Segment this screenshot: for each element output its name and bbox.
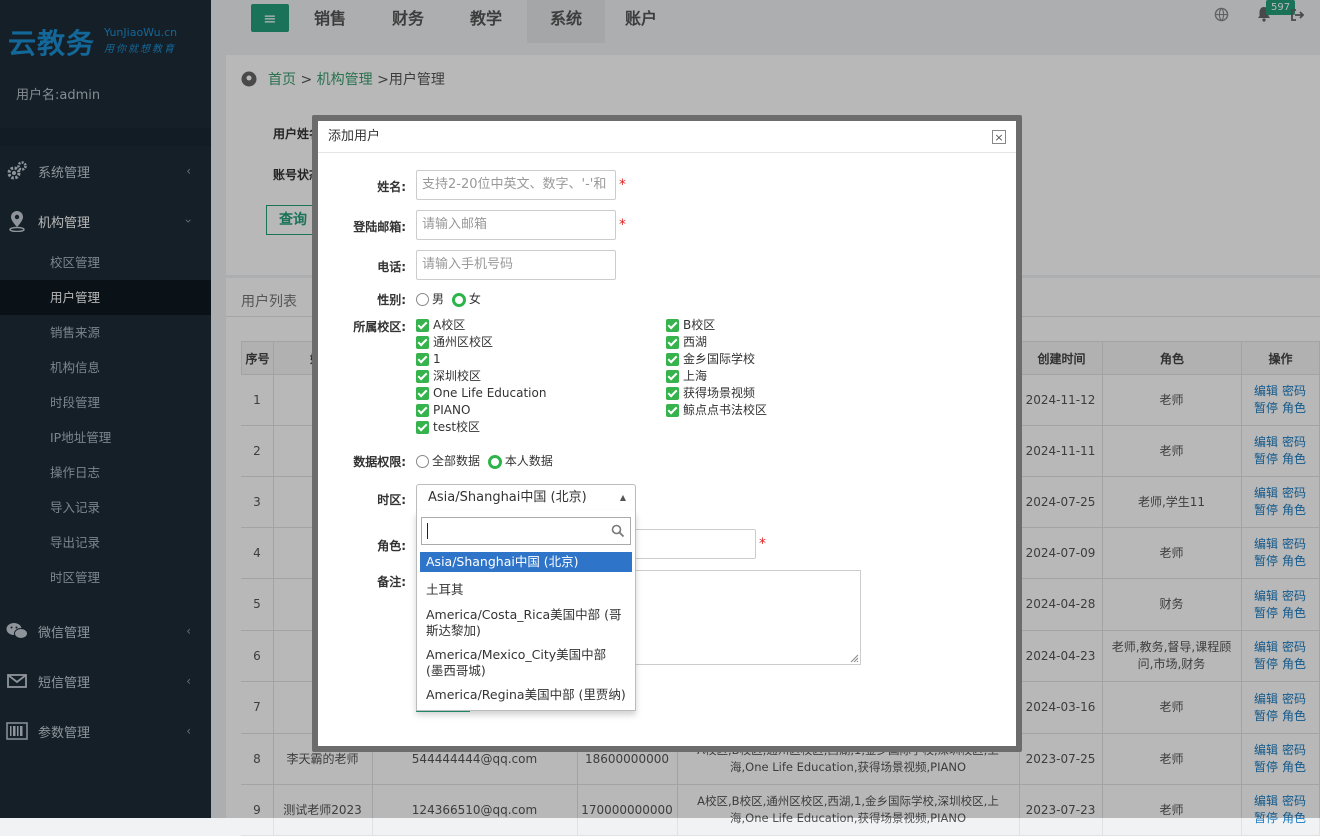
campus-name: 金乡国际学校	[683, 352, 756, 366]
campus-checkbox-item[interactable]: 西湖	[666, 334, 707, 351]
timezone-search-input[interactable]	[421, 517, 631, 545]
campus-name: B校区	[683, 318, 716, 332]
campus-checkbox-item[interactable]: PIANO	[416, 402, 470, 419]
campus-name: 获得场景视频	[683, 386, 756, 400]
checkbox-checked-icon[interactable]	[666, 404, 679, 417]
data-own-label: 本人数据	[504, 454, 553, 468]
close-button[interactable]: ×	[992, 130, 1006, 144]
campus-checkbox-item[interactable]: test校区	[416, 419, 480, 436]
campus-label: 所属校区:	[353, 320, 406, 334]
checkbox-checked-icon[interactable]	[666, 319, 679, 332]
checkbox-checked-icon[interactable]	[416, 370, 429, 383]
campus-checkbox-item[interactable]: 1	[416, 351, 441, 368]
campus-name: 深圳校区	[433, 369, 482, 383]
data-permission-group: 全部数据 本人数据	[416, 452, 553, 469]
campus-checkbox-item[interactable]: 鲸点点书法校区	[666, 402, 767, 419]
required-mark: *	[619, 217, 626, 233]
campus-name: PIANO	[433, 403, 471, 417]
role-select[interactable]	[630, 529, 756, 559]
campus-checkbox-item[interactable]: 金乡国际学校	[666, 351, 755, 368]
phone-input[interactable]: 请输入手机号码	[416, 250, 616, 280]
email-input[interactable]: 请输入邮箱	[416, 210, 616, 240]
checkbox-checked-icon[interactable]	[416, 404, 429, 417]
text-cursor	[427, 523, 428, 539]
checkbox-checked-icon[interactable]	[666, 387, 679, 400]
checkbox-checked-icon[interactable]	[666, 370, 679, 383]
timezone-select[interactable]: Asia/Shanghai中国 (北京) ▲	[416, 484, 636, 512]
campus-name: 鲸点点书法校区	[683, 403, 768, 417]
gender-female-label: 女	[468, 292, 481, 306]
data-all-label: 全部数据	[432, 454, 481, 468]
campus-checkbox-item[interactable]: 获得场景视频	[666, 385, 755, 402]
campus-checkbox-item[interactable]: A校区	[416, 317, 465, 334]
gender-male-label: 男	[432, 292, 445, 306]
campus-name: One Life Education	[433, 386, 547, 400]
timezone-option[interactable]: 土耳其	[420, 580, 632, 600]
campus-checkbox-item[interactable]: 通州区校区	[416, 334, 493, 351]
timezone-value: Asia/Shanghai中国 (北京)	[428, 490, 587, 505]
note-textarea[interactable]	[630, 570, 861, 665]
resize-handle-icon[interactable]	[849, 653, 859, 663]
campus-name: 上海	[683, 369, 708, 383]
required-mark: *	[759, 536, 766, 552]
timezone-option[interactable]: America/Costa_Rica美国中部 (哥斯达黎加)	[420, 605, 632, 641]
data-own-radio[interactable]	[487, 454, 502, 469]
checkbox-checked-icon[interactable]	[416, 421, 429, 434]
campus-checkbox-item[interactable]: 深圳校区	[416, 368, 481, 385]
name-input[interactable]: 支持2-20位中英文、数字、'-'和	[416, 170, 616, 200]
checkbox-checked-icon[interactable]	[416, 319, 429, 332]
search-icon	[611, 524, 625, 538]
campus-checkbox-item[interactable]: 上海	[666, 368, 707, 385]
gender-label: 性别:	[377, 293, 406, 307]
gender-male-radio[interactable]	[416, 293, 429, 306]
campus-name: 西湖	[683, 335, 708, 349]
timezone-label: 时区:	[377, 493, 406, 507]
timezone-option[interactable]: Asia/Shanghai中国 (北京)	[420, 552, 632, 572]
campus-name: test校区	[433, 420, 481, 434]
campus-name: 1	[433, 352, 441, 366]
campus-name: 通州区校区	[433, 335, 494, 349]
email-label: 登陆邮箱:	[353, 220, 406, 234]
checkbox-checked-icon[interactable]	[666, 353, 679, 366]
checkbox-checked-icon[interactable]	[666, 336, 679, 349]
campus-checkbox-item[interactable]: B校区	[666, 317, 715, 334]
gender-female-radio[interactable]	[451, 292, 466, 307]
checkbox-checked-icon[interactable]	[416, 336, 429, 349]
timezone-option[interactable]: America/Mexico_City美国中部 (墨西哥城)	[420, 645, 632, 681]
gender-radio-group: 男 女	[416, 290, 481, 307]
dialog-title: 添加用户	[318, 121, 1016, 153]
name-label: 姓名:	[377, 180, 406, 194]
campus-name: A校区	[433, 318, 466, 332]
note-label: 备注:	[377, 575, 406, 589]
role-label: 角色:	[377, 539, 406, 553]
phone-label: 电话:	[377, 260, 406, 274]
required-mark: *	[619, 177, 626, 193]
campus-checkbox-item[interactable]: One Life Education	[416, 385, 546, 402]
data-permission-label: 数据权限:	[353, 455, 406, 469]
checkbox-checked-icon[interactable]	[416, 353, 429, 366]
timezone-dropdown: Asia/Shanghai中国 (北京) 土耳其 America/Costa_R…	[416, 511, 636, 711]
timezone-option[interactable]: America/Regina美国中部 (里贾纳)	[420, 685, 632, 705]
caret-up-icon: ▲	[619, 493, 626, 502]
data-all-radio[interactable]	[416, 455, 429, 468]
checkbox-checked-icon[interactable]	[416, 387, 429, 400]
